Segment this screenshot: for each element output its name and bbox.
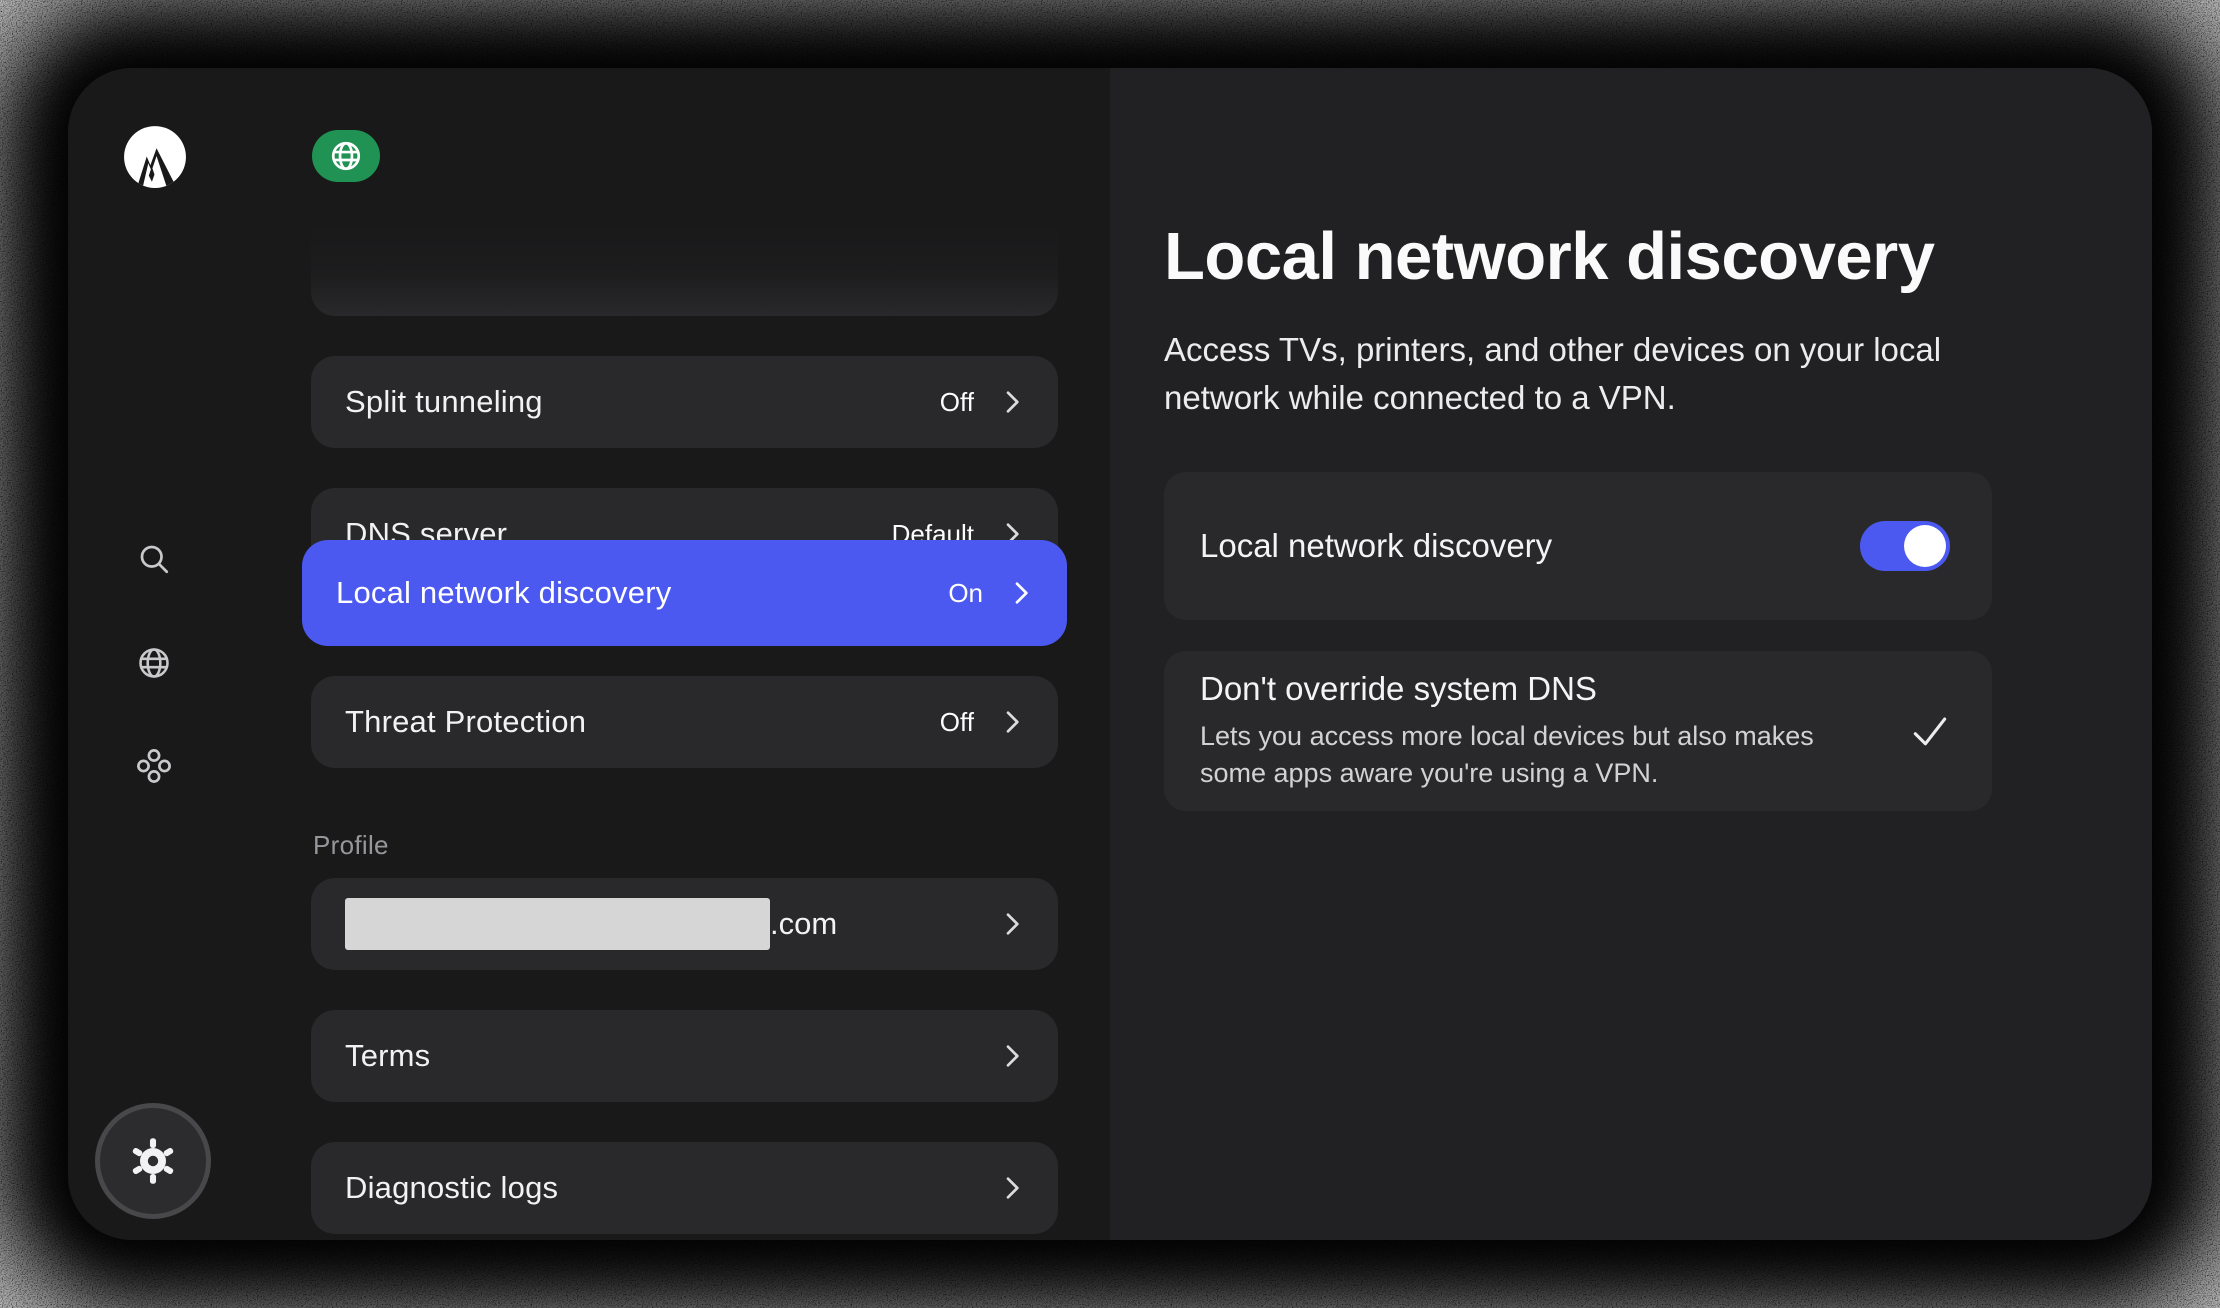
- redacted-email: [345, 898, 770, 950]
- email-suffix: .com: [770, 906, 996, 942]
- app-window: Local network discovery Access TVs, prin…: [68, 68, 2152, 1240]
- item-label: Terms: [345, 1038, 996, 1074]
- item-value: Off: [940, 707, 974, 738]
- list-item-partial: [311, 226, 1058, 316]
- chevron-right-icon: [996, 1172, 1028, 1204]
- list-item-terms[interactable]: Terms: [311, 1010, 1058, 1102]
- local-network-discovery-toggle-card[interactable]: Local network discovery: [1164, 472, 1992, 620]
- chevron-right-icon: [996, 706, 1028, 738]
- option-description: Lets you access more local devices but a…: [1200, 718, 1882, 792]
- item-label: Threat Protection: [345, 704, 940, 740]
- chevron-right-icon: [996, 1040, 1028, 1072]
- toggle-knob: [1904, 525, 1946, 567]
- local-network-discovery-toggle[interactable]: [1860, 521, 1950, 571]
- settings-list: Split tunneling Off DNS server Default L…: [68, 68, 1110, 1240]
- list-item-local-network-discovery[interactable]: Local network discovery On: [302, 540, 1067, 646]
- item-value: On: [948, 578, 983, 609]
- item-label: Local network discovery: [336, 575, 948, 611]
- list-item-split-tunneling[interactable]: Split tunneling Off: [311, 356, 1058, 448]
- list-item-profile-account[interactable]: .com: [311, 878, 1058, 970]
- item-label: Diagnostic logs: [345, 1170, 996, 1206]
- page-description: Access TVs, printers, and other devices …: [1164, 326, 1954, 422]
- item-label: Split tunneling: [345, 384, 940, 420]
- chevron-right-icon: [1005, 577, 1037, 609]
- chevron-right-icon: [996, 908, 1028, 940]
- list-item-diagnostic-logs[interactable]: Diagnostic logs: [311, 1142, 1058, 1234]
- detail-panel: Local network discovery Access TVs, prin…: [1110, 68, 2152, 1240]
- option-title: Don't override system DNS: [1200, 670, 1882, 708]
- profile-section-label: Profile: [313, 830, 389, 861]
- list-item-threat-protection[interactable]: Threat Protection Off: [311, 676, 1058, 768]
- chevron-right-icon: [996, 386, 1028, 418]
- item-value: Off: [940, 387, 974, 418]
- page-title: Local network discovery: [1164, 218, 1934, 295]
- option-text: Don't override system DNS Lets you acces…: [1200, 670, 1908, 792]
- checkmark-icon: [1908, 709, 1952, 753]
- toggle-card-label: Local network discovery: [1200, 527, 1860, 565]
- dont-override-dns-option[interactable]: Don't override system DNS Lets you acces…: [1164, 651, 1992, 811]
